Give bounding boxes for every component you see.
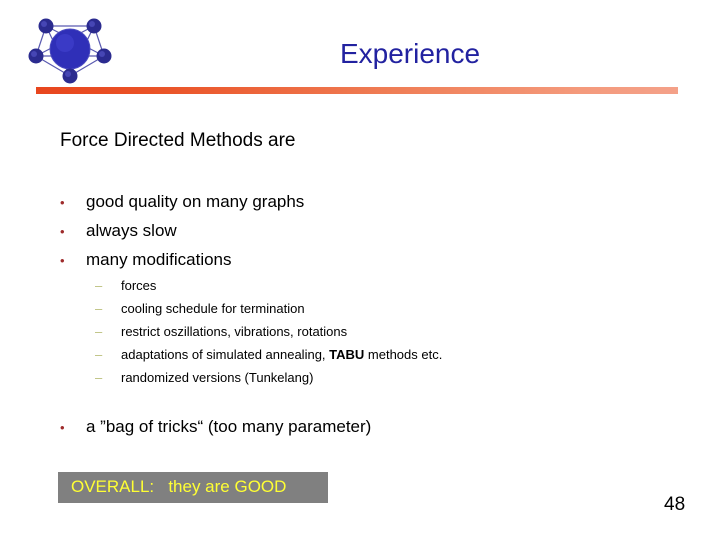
list-item-label: many modifications xyxy=(86,250,232,269)
sub-list-item: – forces xyxy=(95,278,156,293)
sub-list-item-label: restrict oszillations, vibrations, rotat… xyxy=(121,324,348,339)
dash-marker: – xyxy=(95,347,103,362)
list-item: • good quality on many graphs xyxy=(60,192,304,212)
dash-marker: – xyxy=(95,301,103,316)
list-item-label: good quality on many graphs xyxy=(86,192,305,211)
list-item: • always slow xyxy=(60,221,177,241)
list-item-label: always slow xyxy=(86,221,177,240)
bullet-marker: • xyxy=(60,195,65,210)
dash-marker: – xyxy=(95,278,103,293)
sub-list-item: – adaptations of simulated annealing, TAB… xyxy=(95,347,442,362)
sub-list-item-label: adaptations of simulated annealing, TABU… xyxy=(121,347,443,362)
divider xyxy=(36,87,678,94)
sub-list-item-label: cooling schedule for termination xyxy=(121,301,305,316)
intro-text: Force Directed Methods are xyxy=(60,130,296,151)
sub-list-item-label: randomized versions (Tunkelang) xyxy=(121,370,314,385)
overall-callout-box: OVERALL: they are GOOD xyxy=(58,472,328,503)
list-item: • a ”bag of tricks“ (too many parameter) xyxy=(60,417,371,437)
sub-list-item: – cooling schedule for termination xyxy=(95,301,305,316)
overall-callout-text: OVERALL: they are GOOD xyxy=(71,477,287,496)
bullet-marker: • xyxy=(60,224,65,239)
sub-list-item-label: forces xyxy=(121,278,157,293)
list-item: • many modifications xyxy=(60,250,232,270)
sub-list-item: – randomized versions (Tunkelang) xyxy=(95,370,313,385)
graph-network-logo xyxy=(28,6,112,86)
bullet-marker: • xyxy=(60,420,65,435)
bullet-marker: • xyxy=(60,253,65,268)
dash-marker: – xyxy=(95,370,103,385)
sub-list-item: – restrict oszillations, vibrations, rota… xyxy=(95,324,347,339)
list-item-label: a ”bag of tricks“ (too many parameter) xyxy=(86,417,372,436)
page-title: Experience xyxy=(339,38,481,69)
dash-marker: – xyxy=(95,324,103,339)
page-number: 48 xyxy=(664,494,686,515)
